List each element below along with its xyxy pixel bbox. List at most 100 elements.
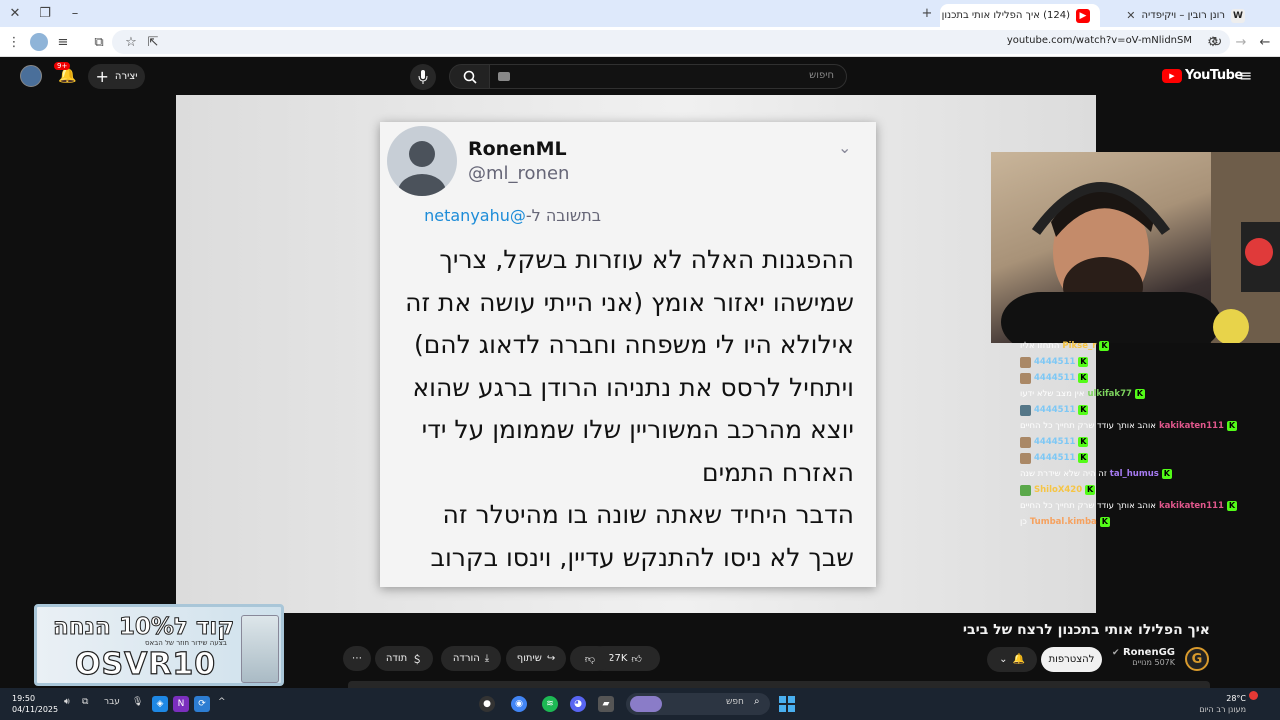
tweet-line: יוצא מהרכב המשוריין שלו שממומן על ידי xyxy=(421,415,854,444)
channel-name-row: RonenGG ✔ xyxy=(1112,647,1175,658)
share-label: שיתוף xyxy=(516,653,542,664)
chat-message: K 4444511 xyxy=(1020,403,1089,417)
show-hidden-icons-icon[interactable]: ^ xyxy=(218,697,226,707)
windows-start-icon[interactable] xyxy=(779,696,795,712)
kick-badge-icon: K xyxy=(1161,469,1172,479)
profile-avatar-icon[interactable] xyxy=(30,33,48,51)
tweet-avatar xyxy=(387,126,457,196)
subscribe-button[interactable]: להצטרפות xyxy=(1041,647,1102,672)
dislike-button[interactable]: 👎︎ xyxy=(570,646,610,671)
tweet-line: האזרח התמים xyxy=(701,457,854,487)
forward-icon[interactable]: → xyxy=(1232,33,1250,51)
keyboard-icon[interactable] xyxy=(498,72,510,81)
search-input[interactable]: חיפוש xyxy=(489,64,847,89)
channel-avatar[interactable]: G xyxy=(1185,647,1209,671)
kick-badge-icon: K xyxy=(1226,421,1237,431)
new-tab-icon[interactable]: + xyxy=(918,4,936,22)
tab-close-icon[interactable]: ✕ xyxy=(1126,9,1135,22)
minimize-window-icon[interactable]: – xyxy=(66,4,84,22)
kick-badge-icon: K xyxy=(1078,357,1089,367)
promo-banner: קוד ל10% הנחה בצעה שידור חוזר של הבאס OS… xyxy=(34,604,284,686)
chat-text: אוהב אותך עודד שרק תחייך כל החיים xyxy=(1020,421,1156,431)
tray-sync-icon[interactable]: ⟳ xyxy=(194,696,210,712)
extensions-icon[interactable]: ⧉ xyxy=(90,33,108,51)
hamburger-menu-icon[interactable]: ≡ xyxy=(1239,66,1252,85)
search-highlight-icon xyxy=(630,696,662,712)
live-chat-overlay: K Pikse_r התחזו אליו K 4444511 K 4444511… xyxy=(1016,339,1280,539)
chat-username: 4444511 xyxy=(1034,405,1076,415)
tab-youtube[interactable]: ▶ (124) איך הפלילו אותי בתכנון לר ✕ xyxy=(940,4,1100,27)
chat-message: K 4444511 xyxy=(1020,435,1089,449)
youtube-logo[interactable]: ▶ YouTube xyxy=(1162,68,1243,83)
tweet-reply-prefix: בתשובה ל- xyxy=(525,206,601,225)
volume-icon[interactable]: 🔊︎ xyxy=(64,697,70,707)
search-button[interactable] xyxy=(449,64,490,89)
input-language[interactable]: עבר xyxy=(104,697,120,707)
tab-wikipedia-title: רונן רובין – ויקיפדיה xyxy=(1141,10,1225,21)
onenote-icon[interactable]: N xyxy=(173,696,189,712)
tweet-text: ההפגנות האלה לא עוזרות בשקל, צריך שמישהו… xyxy=(384,239,854,579)
browser-tab-strip: ✕ ❐ – + ▶ (124) איך הפלילו אותי בתכנון ל… xyxy=(0,0,1280,27)
file-explorer-icon[interactable]: ▰ xyxy=(598,696,614,712)
obs-icon[interactable]: ● xyxy=(479,696,495,712)
url-text: youtube.com/watch?v=oV-mNlidnSM xyxy=(1006,35,1192,46)
weather-widget[interactable]: 28°C מעונן רב היום xyxy=(1199,693,1246,715)
discord-icon[interactable]: ◕ xyxy=(570,696,586,712)
thanks-icon: ＄ xyxy=(412,655,423,666)
description-box[interactable] xyxy=(348,681,1210,688)
chrome-icon[interactable]: ◉ xyxy=(511,696,527,712)
menu-dots-icon[interactable]: ⋮ xyxy=(5,33,23,51)
search-icon xyxy=(463,70,477,84)
back-icon[interactable]: ← xyxy=(1256,33,1274,51)
weather-desc: מעונן רב היום xyxy=(1199,705,1246,714)
notifications-badge: 9+ xyxy=(54,62,71,70)
restore-window-icon[interactable]: ❐ xyxy=(36,4,54,22)
like-count: 27K xyxy=(608,653,628,664)
create-button[interactable]: יצירה + xyxy=(88,64,145,89)
kick-badge-icon: K xyxy=(1078,405,1089,415)
kick-badge-icon: K xyxy=(1085,485,1096,495)
chat-username: 4444511 xyxy=(1034,357,1076,367)
chat-emote-icon xyxy=(1020,404,1031,416)
reload-icon[interactable]: ↻ xyxy=(1208,33,1226,51)
channel-info: RonenGG ✔ 507K מנויים xyxy=(1112,647,1175,667)
kick-badge-icon: K xyxy=(1078,437,1089,447)
more-actions-button[interactable]: ⋯ xyxy=(343,646,371,671)
close-window-icon[interactable]: ✕ xyxy=(6,4,24,22)
mic-tray-icon[interactable]: 🎙︎ xyxy=(132,697,143,707)
taskbar-search[interactable]: חפש ⌕ xyxy=(626,693,770,715)
chat-message: K kakikaten111 אוהב אותך עודד שרק תחייך … xyxy=(1020,499,1237,513)
like-button[interactable]: 👍︎ 27K xyxy=(608,653,642,665)
reading-list-icon[interactable]: ≡ xyxy=(54,33,72,51)
tweet-reply-to: בתשובה ל-@netanyahu xyxy=(424,206,601,225)
kick-badge-icon: K xyxy=(1078,453,1089,463)
kick-badge-icon: K xyxy=(1099,341,1110,351)
voice-search-button[interactable] xyxy=(410,64,436,90)
chat-message: K ShiloX420 xyxy=(1020,483,1096,497)
windows-taskbar: 19:50 04/11/2025 🔊︎ ⧉ עבר 🎙︎ ◈ N ⟳ ^ ● ◉… xyxy=(0,688,1280,720)
thanks-button[interactable]: ＄ תודה xyxy=(375,646,433,671)
account-avatar[interactable] xyxy=(20,65,42,87)
tweet-line: אילולא היו לי משפחה וחברה לדאוג להם) xyxy=(413,330,854,359)
share-button[interactable]: ↪ שיתוף xyxy=(506,646,566,671)
microphone-icon xyxy=(418,70,428,84)
weather-alert-badge xyxy=(1249,691,1258,700)
chat-emote-icon xyxy=(1020,484,1031,496)
address-bar[interactable]: ☆ ⇱ youtube.com/watch?v=oV-mNlidnSM ⚙ xyxy=(112,30,1230,54)
tab-wikipedia[interactable]: W רונן רובין – ויקיפדיה ✕ xyxy=(1100,4,1255,27)
channel-name[interactable]: RonenGG xyxy=(1123,647,1175,658)
download-button[interactable]: ⤓ הורדה xyxy=(441,646,501,671)
install-app-icon[interactable]: ⇱ xyxy=(144,33,162,51)
plus-icon: + xyxy=(95,67,109,86)
chat-username: kakikaten111 xyxy=(1158,421,1224,431)
clock-time: 19:50 xyxy=(12,694,36,703)
tweet-card: RonenML @ml_ronen ⌄ בתשובה ל-@netanyahu … xyxy=(380,122,876,587)
bookmark-star-icon[interactable]: ☆ xyxy=(122,33,140,51)
spotify-icon[interactable]: ≋ xyxy=(542,696,558,712)
browser-toolbar: ⋮ ≡ ⧉ ☆ ⇱ youtube.com/watch?v=oV-mNlidnS… xyxy=(0,27,1280,57)
network-icon[interactable]: ⧉ xyxy=(82,697,88,707)
tray-app-icon[interactable]: ◈ xyxy=(152,696,168,712)
notification-settings-button[interactable]: 🔔 ⌄ xyxy=(987,647,1037,672)
clock[interactable]: 19:50 04/11/2025 xyxy=(12,693,58,715)
share-icon: ↪ xyxy=(546,653,556,664)
